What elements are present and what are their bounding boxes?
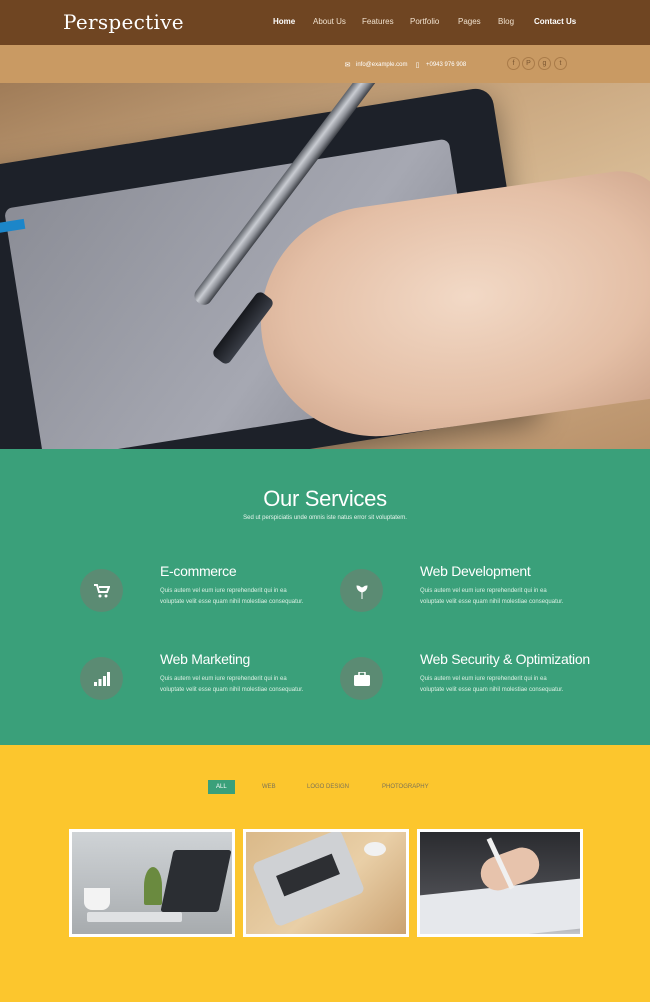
service-name: Web Security & Optimization: [420, 651, 590, 667]
facebook-icon[interactable]: f: [507, 57, 520, 70]
services-section: Our Services Sed ut perspiciatis unde om…: [0, 449, 650, 745]
service-desc: Quis autem vel eum iure reprehenderit qu…: [160, 588, 304, 605]
service-name: Web Development: [420, 563, 531, 579]
briefcase-icon: [340, 657, 383, 700]
leaf-icon: [340, 569, 383, 612]
service-web-security: Web Security & Optimization Quis autem v…: [340, 651, 590, 727]
service-desc: Quis autem vel eum iure reprehenderit qu…: [420, 676, 564, 693]
pinterest-icon[interactable]: P: [522, 57, 535, 70]
filter-photography[interactable]: PHOTOGRAPHY: [374, 780, 437, 794]
phone-info[interactable]: ▯ +0943 976 908: [414, 61, 467, 69]
service-name: Web Marketing: [160, 651, 250, 667]
service-web-development: Web Development Quis autem vel eum iure …: [340, 563, 580, 639]
email-info[interactable]: ✉ info@example.com: [344, 61, 408, 69]
service-ecommerce: E-commerce Quis autem vel eum iure repre…: [80, 563, 320, 639]
services-title: Our Services: [263, 486, 387, 511]
portfolio-item-writing[interactable]: [417, 829, 583, 937]
filter-logo-design[interactable]: LOGO DESIGN: [299, 780, 357, 794]
service-name: E-commerce: [160, 563, 237, 579]
nav-pages[interactable]: Pages: [458, 17, 481, 26]
mobile-phone-icon: ▯: [415, 61, 420, 69]
nav-home[interactable]: Home: [273, 17, 295, 26]
top-navbar: Perspective Home About Us Features Portf…: [0, 0, 650, 45]
email-text: info@example.com: [356, 61, 408, 68]
portfolio-section: ALL WEB LOGO DESIGN PHOTOGRAPHY: [0, 745, 650, 1002]
services-subtitle: Sed ut perspiciatis unde omnis iste natu…: [243, 515, 407, 521]
phone-text: +0943 976 908: [426, 61, 467, 68]
nav-blog[interactable]: Blog: [498, 17, 514, 26]
bar-chart-icon: [80, 657, 123, 700]
service-desc: Quis autem vel eum iure reprehenderit qu…: [160, 676, 304, 693]
service-web-marketing: Web Marketing Quis autem vel eum iure re…: [80, 651, 320, 727]
nav-contact-us[interactable]: Contact Us: [534, 17, 576, 26]
portfolio-item-laptop-topdown[interactable]: [243, 829, 409, 937]
nav-features[interactable]: Features: [362, 17, 394, 26]
google-plus-icon[interactable]: g: [538, 57, 551, 70]
filter-web[interactable]: WEB: [254, 780, 284, 794]
nav-portfolio[interactable]: Portfolio: [410, 17, 439, 26]
laptop-topdown-photo: [246, 832, 406, 934]
twitter-icon[interactable]: t: [554, 57, 567, 70]
envelope-icon: ✉: [344, 61, 351, 69]
cart-icon: [80, 569, 123, 612]
nav-about-us[interactable]: About Us: [313, 17, 346, 26]
filter-all[interactable]: ALL: [208, 780, 235, 794]
hero-image: [0, 83, 650, 449]
contact-info-bar: ✉ info@example.com ▯ +0943 976 908: [0, 45, 650, 83]
writing-hand-photo: [420, 832, 580, 934]
laptop-desk-photo: [72, 832, 232, 934]
portfolio-item-laptop-desk[interactable]: [69, 829, 235, 937]
brand-logo[interactable]: Perspective: [63, 10, 184, 34]
service-desc: Quis autem vel eum iure reprehenderit qu…: [420, 588, 564, 605]
